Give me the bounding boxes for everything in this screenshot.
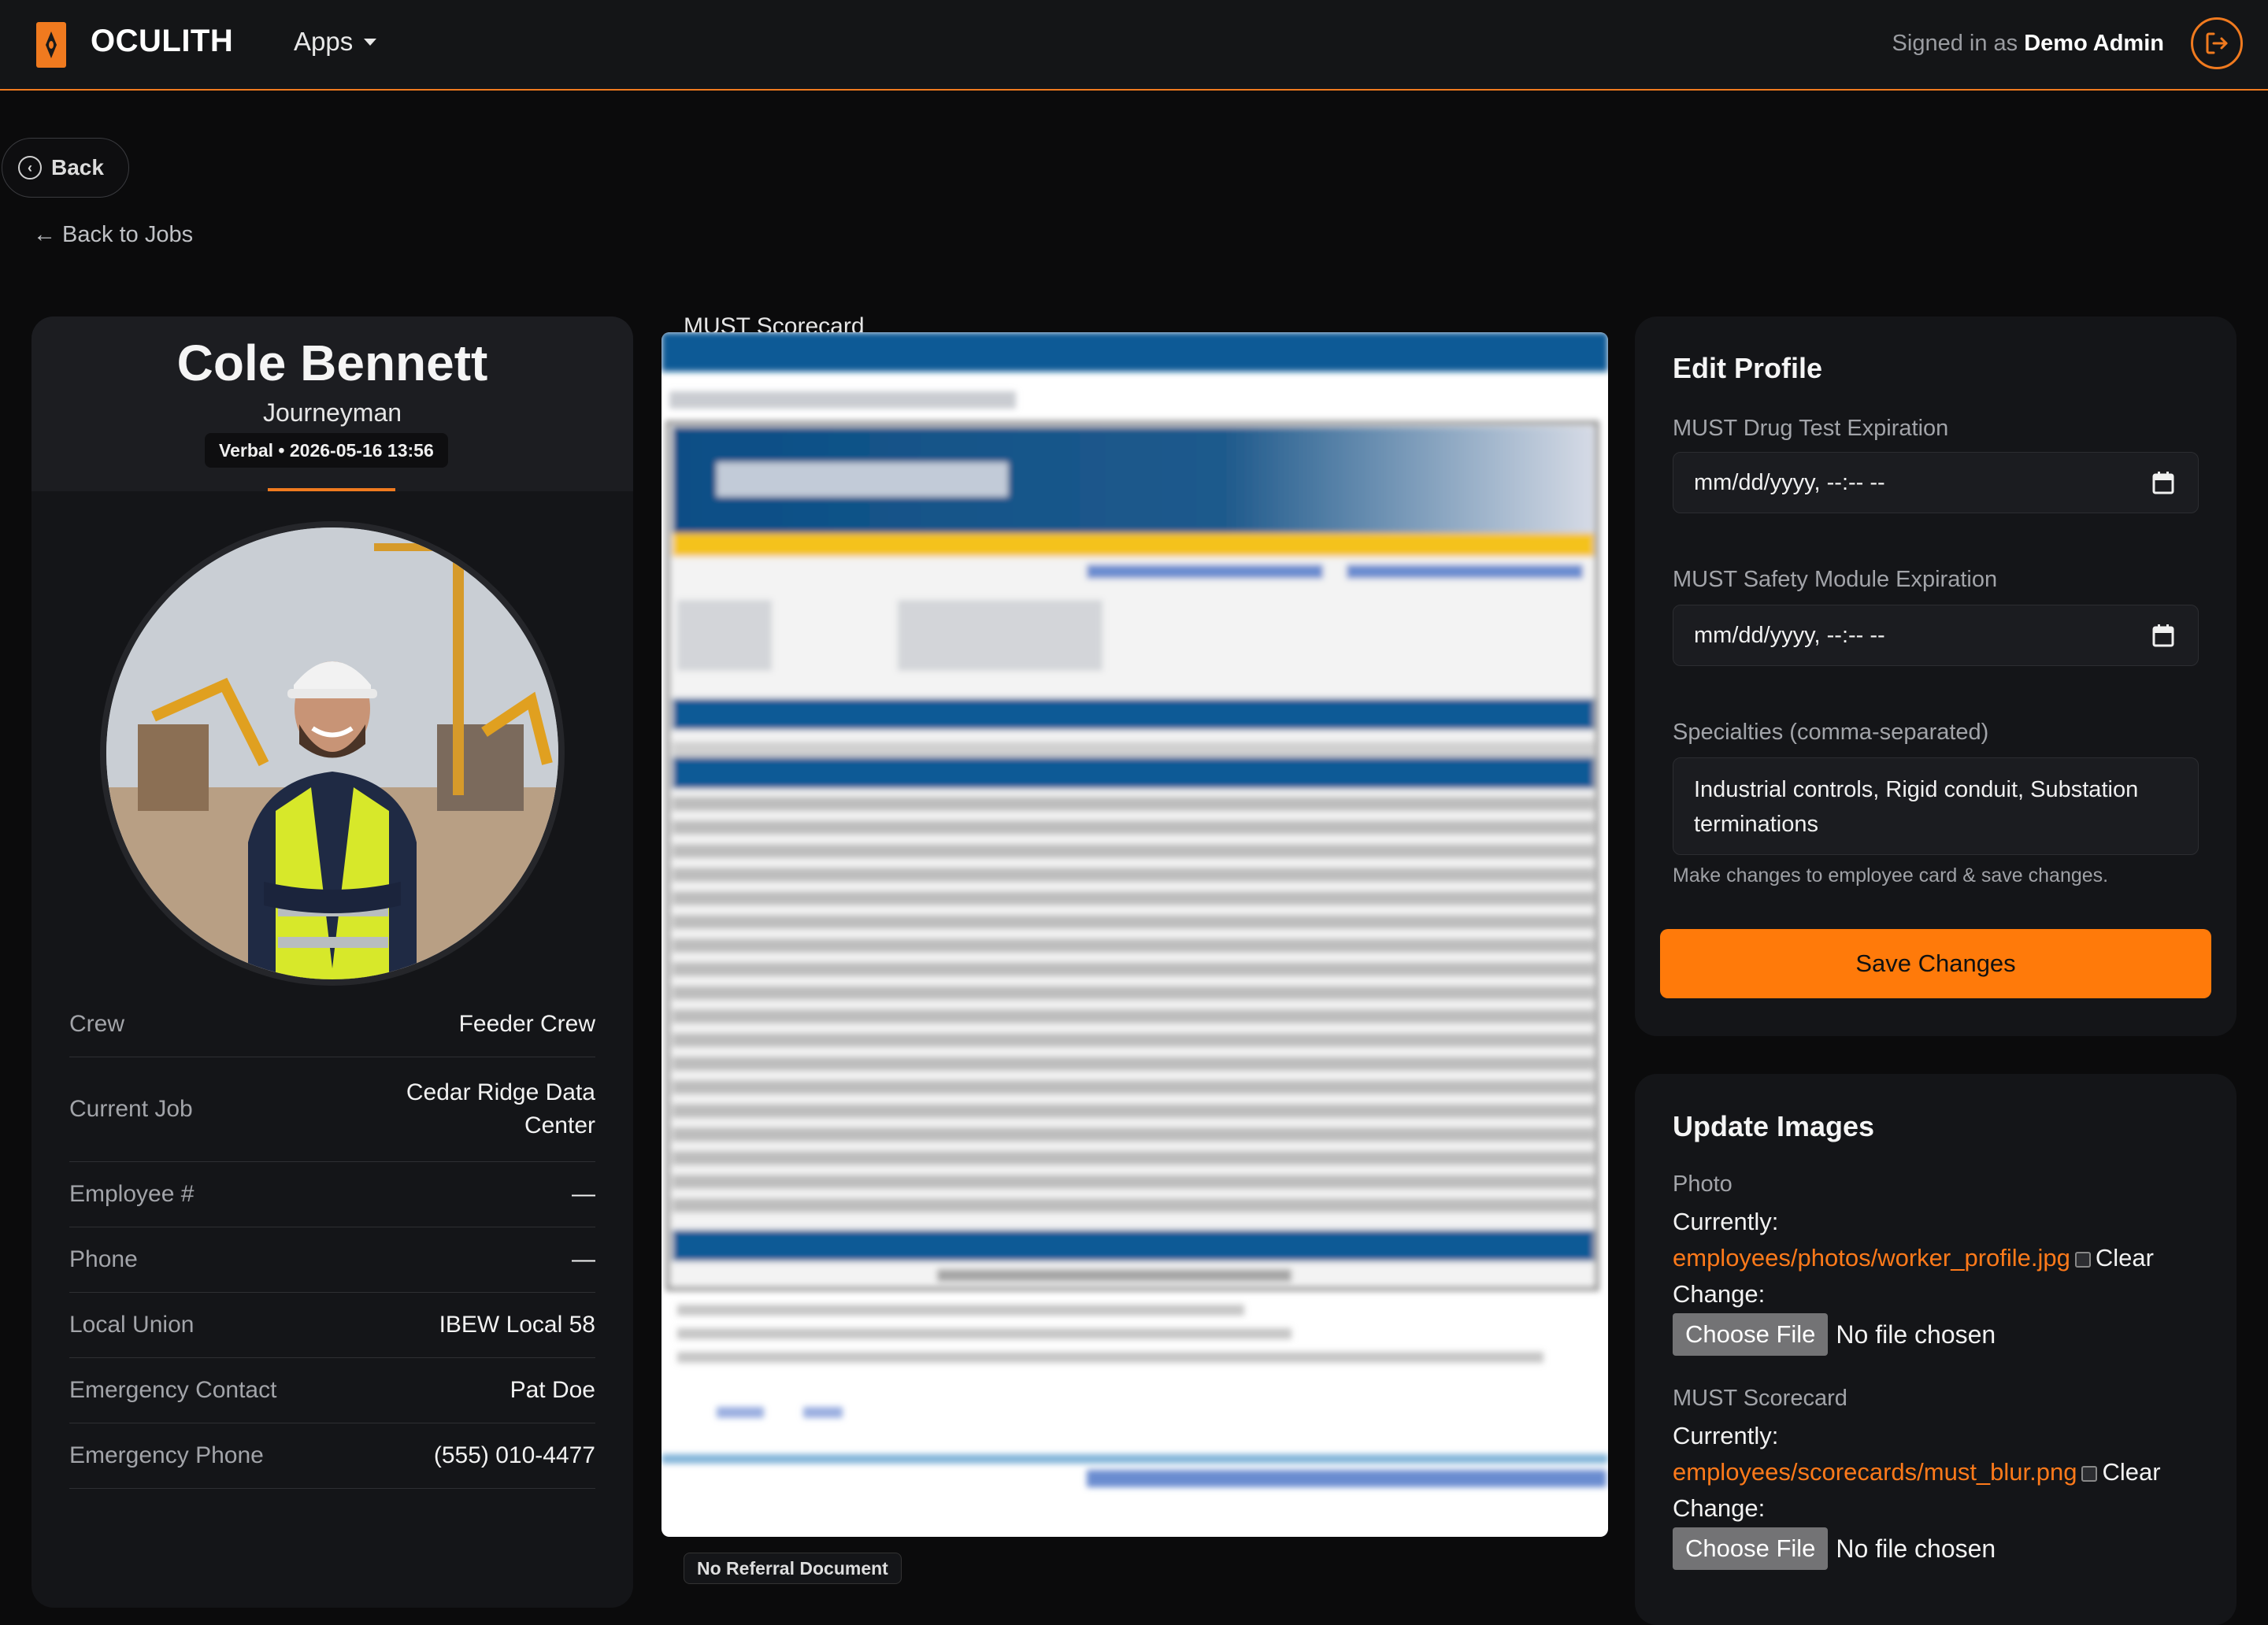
- detail-row-local-union: Local Union IBEW Local 58: [69, 1293, 595, 1358]
- detail-label: Local Union: [69, 1312, 195, 1338]
- scorecard-file-input[interactable]: Choose File No file chosen: [1673, 1527, 1996, 1570]
- specialties-textarea[interactable]: Industrial controls, Rigid conduit, Subs…: [1673, 757, 2199, 855]
- detail-row-phone: Phone —: [69, 1227, 595, 1293]
- edit-profile-card: Edit Profile MUST Drug Test Expiration m…: [1635, 316, 2236, 1036]
- photo-label: Photo: [1673, 1172, 1732, 1197]
- detail-row-current-job: Current Job Cedar Ridge Data Center: [69, 1057, 595, 1162]
- photo-clear-checkbox[interactable]: [2074, 1252, 2091, 1268]
- calendar-icon[interactable]: [2152, 624, 2174, 647]
- specialties-label: Specialties (comma-separated): [1673, 720, 1989, 745]
- top-navbar: OCULITH Apps Signed in as Demo Admin: [0, 0, 2268, 91]
- apps-menu[interactable]: Apps: [294, 27, 377, 57]
- detail-label: Emergency Contact: [69, 1377, 277, 1403]
- photo-current-file-row: employees/photos/worker_profile.jpg Clear: [1673, 1244, 2154, 1272]
- caret-down-icon: [364, 38, 377, 46]
- safety-module-label: MUST Safety Module Expiration: [1673, 567, 1998, 592]
- detail-row-emergency-contact: Emergency Contact Pat Doe: [69, 1358, 595, 1423]
- scorecard-choose-file-button[interactable]: Choose File: [1673, 1527, 1829, 1570]
- detail-label: Phone: [69, 1246, 138, 1272]
- detail-value: Feeder Crew: [458, 1011, 595, 1037]
- back-button-label: Back: [51, 155, 104, 180]
- back-to-jobs-link[interactable]: ← Back to Jobs: [33, 222, 193, 248]
- scorecard-currently-label: Currently:: [1673, 1422, 1779, 1449]
- scorecard-change-label: Change:: [1673, 1494, 1766, 1522]
- scorecard-no-file-text: No file chosen: [1836, 1534, 1996, 1563]
- employee-name: Cole Bennett: [176, 335, 488, 391]
- photo-file-input[interactable]: Choose File No file chosen: [1673, 1313, 1996, 1356]
- signed-in-prefix: Signed in as: [1892, 31, 2018, 56]
- detail-value: —: [572, 1181, 595, 1207]
- photo-change-label: Change:: [1673, 1280, 1766, 1308]
- calendar-icon[interactable]: [2152, 471, 2174, 494]
- drug-test-expiration-input[interactable]: mm/dd/yyyy, --:-- --: [1673, 452, 2199, 513]
- no-referral-badge: No Referral Document: [684, 1553, 902, 1584]
- detail-value: Cedar Ridge Data Center: [406, 1079, 595, 1138]
- signed-in-user: Demo Admin: [2024, 31, 2164, 56]
- brand-name[interactable]: OCULITH: [91, 24, 233, 59]
- drug-test-label: MUST Drug Test Expiration: [1673, 416, 1949, 441]
- save-changes-button[interactable]: Save Changes: [1660, 929, 2211, 998]
- scorecard-clear-label: Clear: [2102, 1458, 2161, 1486]
- scorecard-upload-label: MUST Scorecard: [1673, 1386, 1847, 1411]
- detail-row-crew: Crew Feeder Crew: [69, 992, 595, 1057]
- detail-value: (555) 010-4477: [433, 1442, 595, 1468]
- photo-current-file-link[interactable]: employees/photos/worker_profile.jpg: [1673, 1244, 2070, 1271]
- header-accent-divider: [268, 488, 395, 491]
- employee-card: Cole Bennett Journeyman Verbal • 2026-05…: [32, 316, 633, 1608]
- detail-row-employee-number: Employee # —: [69, 1162, 595, 1227]
- scorecard-clear-checkbox[interactable]: [2081, 1466, 2098, 1482]
- photo-choose-file-button[interactable]: Choose File: [1673, 1313, 1829, 1356]
- detail-label: Crew: [69, 1011, 125, 1037]
- edit-help-text: Make changes to employee card & save cha…: [1673, 864, 2109, 887]
- detail-label: Employee #: [69, 1181, 195, 1207]
- safety-module-expiration-input[interactable]: mm/dd/yyyy, --:-- --: [1673, 605, 2199, 666]
- detail-label: Current Job: [69, 1096, 193, 1122]
- employee-title: Journeyman: [262, 398, 402, 427]
- apps-menu-label: Apps: [294, 27, 354, 56]
- photo-clear-label: Clear: [2095, 1244, 2154, 1271]
- employee-card-header: Cole Bennett Journeyman Verbal • 2026-05…: [32, 316, 633, 491]
- signed-in-text: Signed in as Demo Admin: [1892, 31, 2164, 57]
- back-button[interactable]: ‹ Back: [2, 138, 129, 198]
- scorecard-current-file-link[interactable]: employees/scorecards/must_blur.png: [1673, 1458, 2077, 1486]
- scorecard-document-image[interactable]: [662, 332, 1608, 1537]
- detail-row-emergency-phone: Emergency Phone (555) 010-4477: [69, 1423, 595, 1489]
- employee-details: Crew Feeder Crew Current Job Cedar Ridge…: [69, 992, 595, 1489]
- scorecard-current-file-row: employees/scorecards/must_blur.png Clear: [1673, 1458, 2161, 1486]
- logout-button[interactable]: [2191, 17, 2243, 69]
- update-images-card: Update Images Photo Currently: employees…: [1635, 1074, 2236, 1625]
- employee-photo: [100, 521, 565, 986]
- arrow-left-circle-icon: ‹: [18, 156, 42, 180]
- drug-test-placeholder: mm/dd/yyyy, --:-- --: [1694, 469, 1885, 495]
- detail-value: IBEW Local 58: [439, 1312, 595, 1338]
- edit-profile-title: Edit Profile: [1673, 352, 1823, 384]
- photo-currently-label: Currently:: [1673, 1208, 1779, 1235]
- oculith-logo-icon[interactable]: [36, 22, 66, 68]
- detail-label: Emergency Phone: [69, 1442, 264, 1468]
- update-images-title: Update Images: [1673, 1110, 1875, 1142]
- logout-icon: [2206, 32, 2228, 54]
- photo-no-file-text: No file chosen: [1836, 1320, 1996, 1349]
- detail-value: Pat Doe: [510, 1377, 595, 1403]
- status-badge: Verbal • 2026-05-16 13:56: [205, 433, 448, 468]
- detail-value: —: [572, 1246, 595, 1272]
- safety-module-placeholder: mm/dd/yyyy, --:-- --: [1694, 622, 1885, 648]
